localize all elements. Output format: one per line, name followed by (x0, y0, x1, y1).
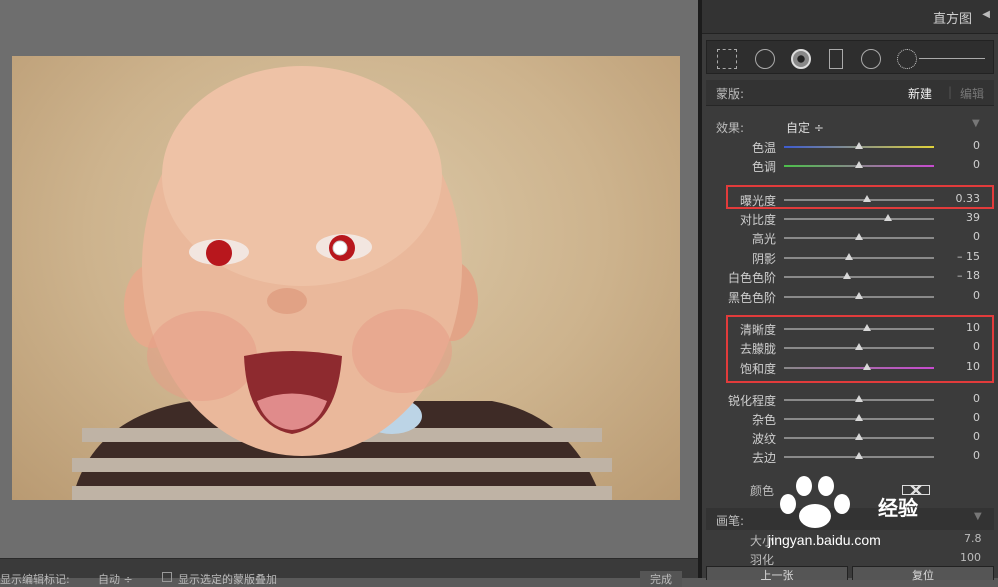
slider-value-noise[interactable]: 0 (973, 411, 980, 424)
slider-track-whites[interactable] (784, 276, 934, 278)
slider-thumb-whites[interactable] (843, 272, 851, 279)
slider-value-temp[interactable]: 0 (973, 139, 980, 152)
slider-value-highlights[interactable]: 0 (973, 230, 980, 243)
histogram-header[interactable]: 直方图 ◀ (702, 0, 998, 34)
slider-label-noise: 杂色 (751, 413, 776, 427)
slider-label-tint: 色调 (751, 160, 776, 174)
graduated-filter-icon[interactable] (829, 49, 843, 69)
slider-row-highlights[interactable]: 高光 0 (702, 229, 998, 247)
slider-thumb-sharpness[interactable] (855, 395, 863, 402)
spot-removal-icon[interactable] (755, 49, 775, 69)
slider-row-moire[interactable]: 波纹 0 (702, 429, 998, 447)
show-pins-label[interactable]: 显示编辑标记: (0, 571, 70, 587)
slider-thumb-temp[interactable] (855, 142, 863, 149)
slider-label-moire: 波纹 (751, 432, 776, 446)
image-viewer[interactable] (0, 0, 698, 558)
slider-track-shadows[interactable] (784, 257, 934, 259)
effect-label: 效果: (716, 121, 745, 135)
photo-baby[interactable] (12, 56, 680, 500)
slider-row-blacks[interactable]: 黑色色阶 0 (702, 288, 998, 306)
slider-thumb-highlights[interactable] (855, 233, 863, 240)
develop-panel: 直方图 ◀ 蒙版: 新建 | 编辑 效果: 自定 ÷ ▼ 色温 0 色调 0 曝光度 0.… (702, 0, 998, 582)
brush-size-value: 7.8 (964, 532, 982, 545)
slider-value-contrast[interactable]: 39 (966, 211, 980, 224)
slider-thumb-contrast[interactable] (883, 214, 892, 221)
bottom-toolbar: 显示编辑标记: 自动 ÷ 显示选定的蒙版叠加 完成 (0, 558, 698, 587)
slider-label-highlights: 高光 (751, 232, 776, 246)
radial-filter-icon[interactable] (861, 49, 881, 69)
brush-label: 画笔: (716, 514, 745, 528)
slider-row-sharpness[interactable]: 锐化程度 0 (702, 391, 998, 409)
mask-label: 蒙版: (716, 87, 745, 101)
adjustment-brush-icon[interactable] (897, 49, 917, 69)
slider-label-whites: 白色色阶 (727, 271, 776, 285)
slider-label-temp: 色温 (751, 141, 776, 155)
slider-track-contrast[interactable] (784, 218, 934, 220)
histogram-title: 直方图 (932, 12, 972, 27)
show-overlay-label: 显示选定的蒙版叠加 (178, 573, 277, 586)
highlight-box-presence (726, 315, 994, 383)
slider-label-defringe: 去边 (751, 451, 776, 465)
slider-value-whites[interactable]: – 18 (957, 269, 980, 282)
done-button[interactable]: 完成 (640, 571, 682, 587)
slider-value-moire[interactable]: 0 (973, 430, 980, 443)
mask-row: 蒙版: 新建 | 编辑 (706, 80, 994, 106)
overlay-checkbox[interactable] (162, 572, 172, 582)
slider-row-tint[interactable]: 色调 0 (702, 157, 998, 175)
slider-value-tint[interactable]: 0 (973, 158, 980, 171)
baby-illustration (72, 66, 612, 500)
slider-value-defringe[interactable]: 0 (973, 449, 980, 462)
brush-section: 画笔: ▼ (706, 508, 994, 530)
mask-edit-button[interactable]: 编辑 (960, 85, 984, 102)
slider-row-noise[interactable]: 杂色 0 (702, 410, 998, 428)
slider-value-blacks[interactable]: 0 (973, 289, 980, 302)
collapse-arrow-icon[interactable]: ◀ (982, 9, 990, 20)
slider-row-contrast[interactable]: 对比度 39 (702, 210, 998, 228)
slider-label-shadows: 阴影 (751, 252, 776, 266)
slider-row-shadows[interactable]: 阴影 – 15 (702, 249, 998, 267)
slider-row-defringe[interactable]: 去边 0 (702, 448, 998, 466)
brush-feather-value: 100 (960, 551, 981, 564)
slider-value-sharpness[interactable]: 0 (973, 392, 980, 405)
color-label: 颜色 (750, 484, 775, 498)
slider-thumb-moire[interactable] (855, 433, 863, 440)
highlight-box-exposure (726, 185, 994, 209)
slider-thumb-noise[interactable] (855, 414, 863, 421)
slider-label-contrast: 对比度 (739, 213, 776, 227)
brush-size-label: 大小 (750, 534, 775, 548)
slider-thumb-blacks[interactable] (855, 292, 863, 299)
red-eye-icon[interactable] (791, 49, 811, 69)
crop-overlay-icon[interactable] (717, 49, 737, 69)
slider-thumb-shadows[interactable] (844, 253, 853, 260)
panel-nav: 上一张 复位 (702, 566, 998, 582)
slider-thumb-tint[interactable] (855, 161, 863, 168)
color-swatch[interactable] (902, 485, 930, 495)
slider-thumb-defringe[interactable] (855, 452, 863, 459)
brush-disclosure-icon[interactable]: ▼ (974, 511, 982, 522)
slider-row-temp[interactable]: 色温 0 (702, 138, 998, 156)
slider-row-whites[interactable]: 白色色阶 – 18 (702, 268, 998, 286)
auto-dropdown[interactable]: 自动 ÷ (98, 571, 133, 587)
mask-new-button[interactable]: 新建 (908, 85, 932, 102)
slider-label-sharpness: 锐化程度 (727, 394, 776, 408)
effect-preset-dropdown[interactable]: 自定 ÷ (786, 119, 824, 136)
slider-value-shadows[interactable]: – 15 (957, 250, 980, 263)
brush-size-line (919, 58, 985, 59)
tool-strip (706, 40, 994, 74)
effect-disclosure-icon[interactable]: ▼ (972, 118, 980, 129)
slider-label-blacks: 黑色色阶 (727, 291, 776, 305)
mask-divider: | (948, 85, 953, 99)
